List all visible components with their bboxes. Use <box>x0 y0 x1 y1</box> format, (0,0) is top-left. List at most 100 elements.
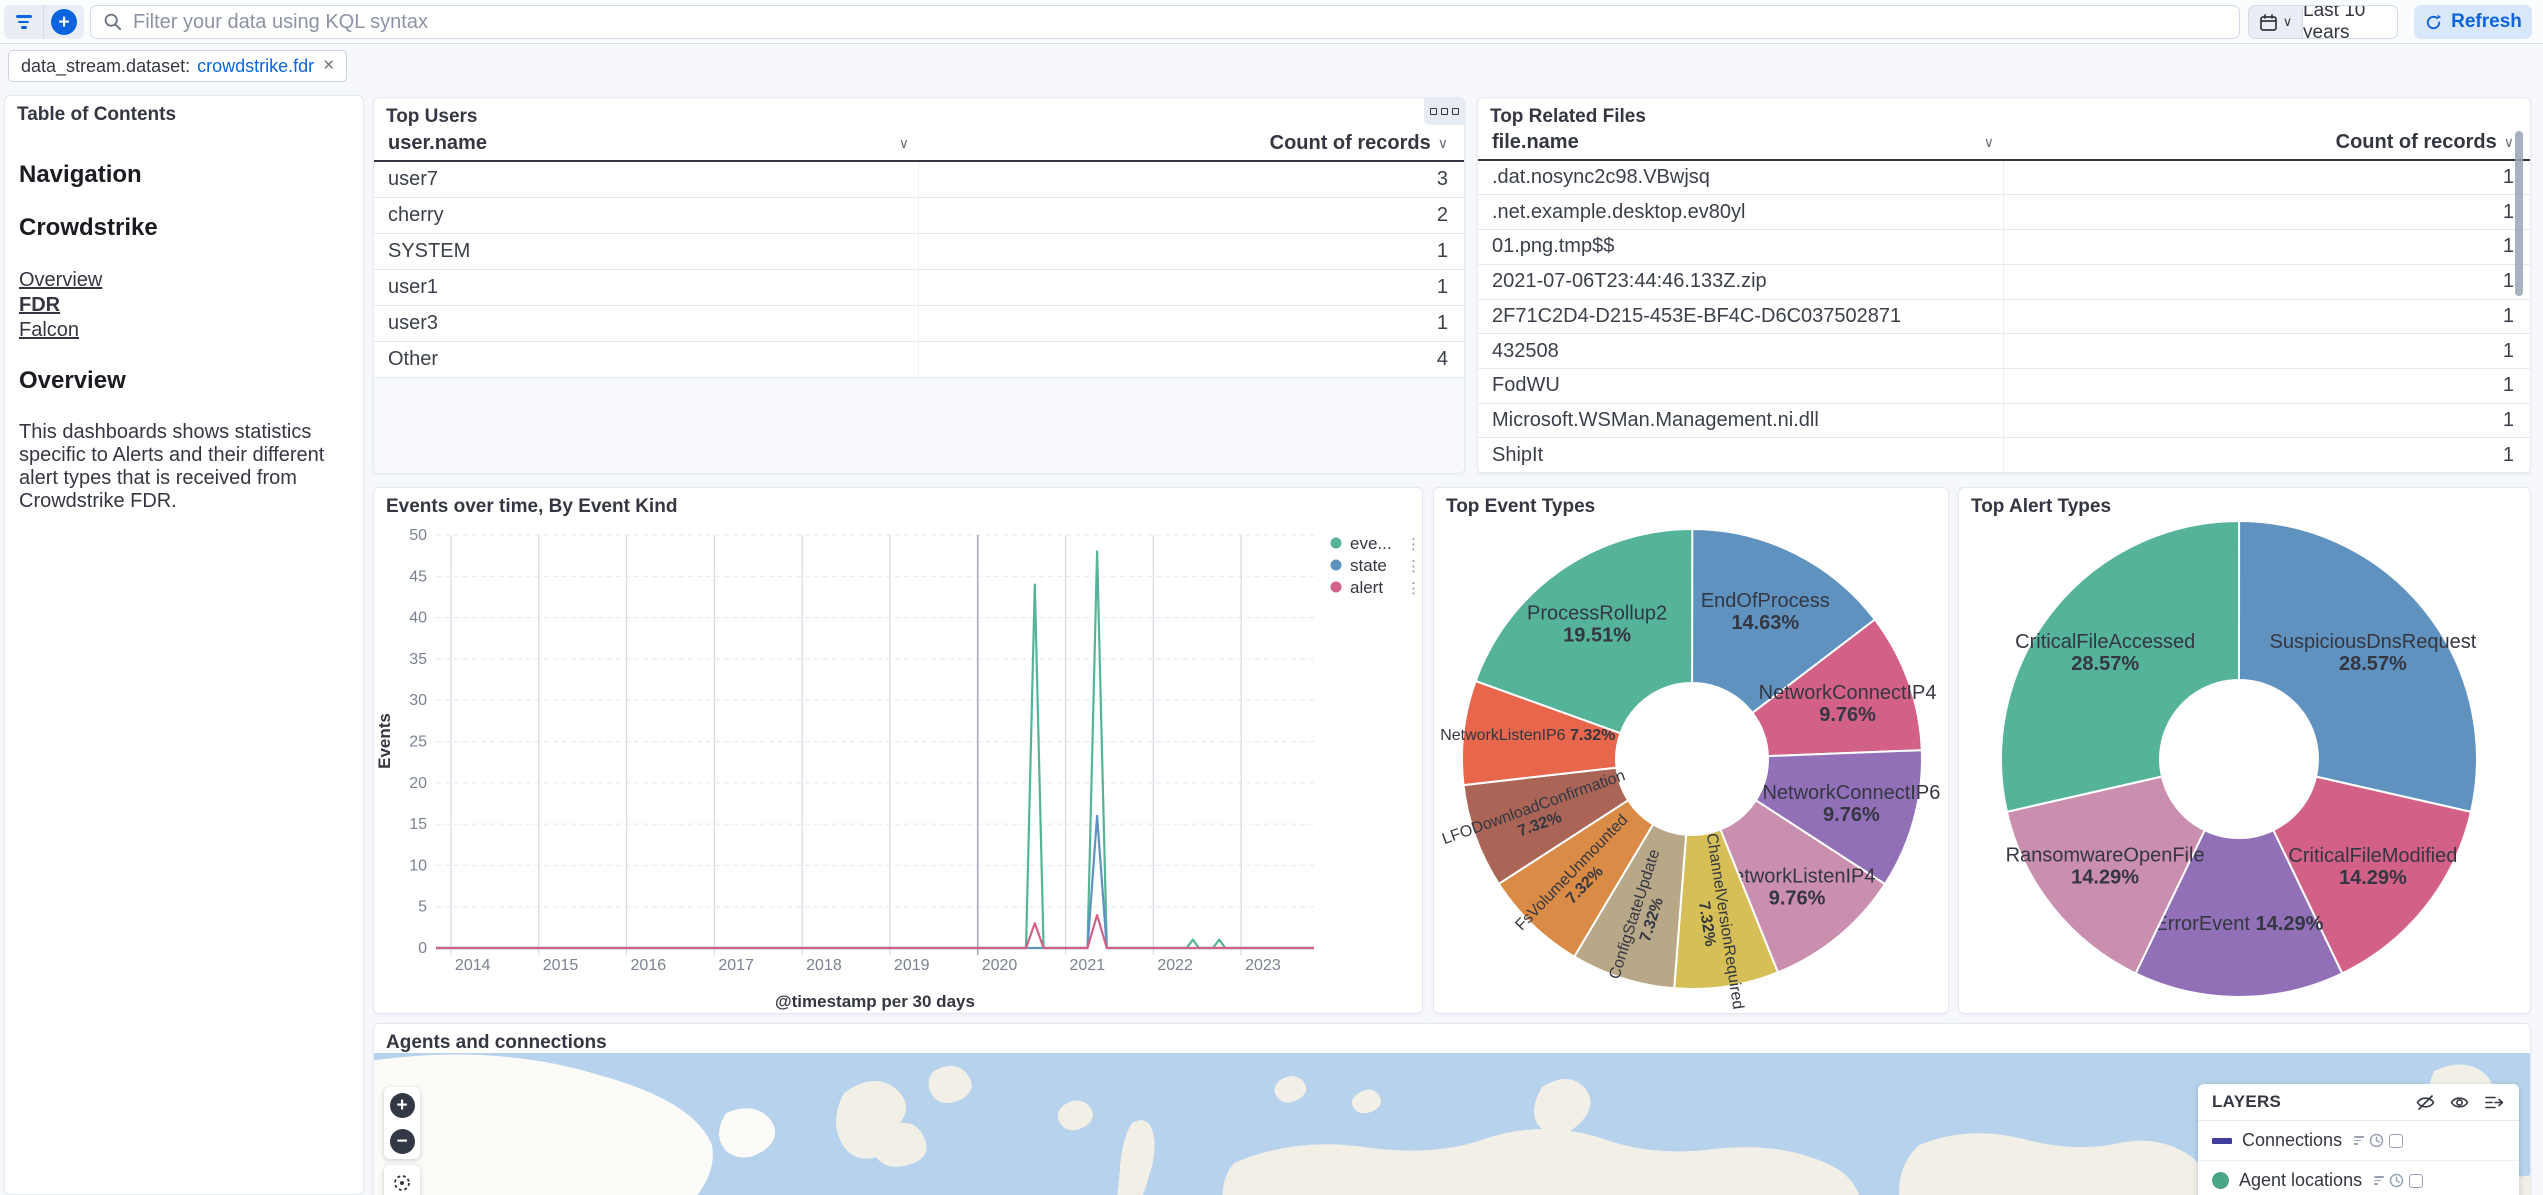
panel-options-button[interactable] <box>1424 98 1464 125</box>
svg-text:2014: 2014 <box>455 957 491 974</box>
cell-count[interactable]: 4 <box>919 348 1464 371</box>
clock-icon[interactable] <box>2389 1173 2404 1188</box>
y-axis-title: Events <box>375 713 394 769</box>
column-header[interactable]: Count of records∨ <box>2004 131 2530 154</box>
table-row[interactable]: user31 <box>374 306 1464 342</box>
collapse-layers-icon[interactable] <box>2483 1092 2505 1113</box>
cell-name[interactable]: 432508 <box>1478 334 2004 368</box>
legend-item-event[interactable]: eve... <box>1350 534 1392 553</box>
cell-count[interactable]: 1 <box>2004 374 2530 397</box>
date-quick-select-button[interactable]: ∨ <box>2249 6 2303 38</box>
layer-row-connections[interactable]: Connections <box>2198 1121 2519 1161</box>
refresh-button[interactable]: Refresh <box>2414 5 2532 39</box>
table-row[interactable]: 01.png.tmp$$1 <box>1478 230 2530 265</box>
zoom-in-button[interactable]: + <box>384 1087 420 1123</box>
remove-filter-icon[interactable]: × <box>323 55 334 77</box>
cell-count[interactable]: 1 <box>919 276 1464 299</box>
table-row[interactable]: FodWU1 <box>1478 369 2530 404</box>
add-filter-button[interactable]: + <box>44 5 84 39</box>
legend-menu-icon[interactable]: ⋮ <box>1406 536 1421 553</box>
clock-icon[interactable] <box>2369 1133 2384 1148</box>
cell-count[interactable]: 1 <box>2004 340 2530 363</box>
cell-name[interactable]: cherry <box>374 198 919 233</box>
filter-value: crowdstrike.fdr <box>197 56 314 77</box>
map-canvas[interactable]: + − LAYERS <box>374 1053 2530 1195</box>
cell-count[interactable]: 1 <box>919 240 1464 263</box>
svg-text:2016: 2016 <box>631 957 667 974</box>
hide-all-layers-icon[interactable] <box>2415 1092 2436 1113</box>
kql-search-input[interactable] <box>133 11 2227 34</box>
table-row[interactable]: Other4 <box>374 342 1464 378</box>
toc-link-overview[interactable]: Overview <box>19 268 349 292</box>
layer-label: Agent locations <box>2239 1170 2362 1191</box>
cell-count[interactable]: 2 <box>919 204 1464 227</box>
cell-name[interactable]: user1 <box>374 270 919 305</box>
time-range-value[interactable]: Last 10 years <box>2303 6 2397 38</box>
cell-count[interactable]: 1 <box>2004 444 2530 467</box>
cell-name[interactable]: 01.png.tmp$$ <box>1478 230 2004 264</box>
agents-connections-panel: Agents and connections + <box>373 1023 2531 1195</box>
chevron-down-icon[interactable]: ∨ <box>1438 135 1448 152</box>
svg-text:2021: 2021 <box>1070 957 1106 974</box>
table-row[interactable]: 2021-07-06T23:44:46.133Z.zip1 <box>1478 265 2530 300</box>
table-row[interactable]: ShipIt1 <box>1478 438 2530 473</box>
filter-icon[interactable] <box>2374 1176 2384 1185</box>
cell-name[interactable]: Other <box>374 342 919 377</box>
cell-count[interactable]: 1 <box>2004 201 2530 224</box>
table-row[interactable]: user11 <box>374 270 1464 306</box>
cell-name[interactable]: 2F71C2D4-D215-453E-BF4C-D6C037502871 <box>1478 300 2004 334</box>
column-header[interactable]: file.name∨ <box>1478 131 2004 154</box>
toc-link-falcon[interactable]: Falcon <box>19 318 349 342</box>
filter-icon[interactable] <box>2354 1136 2364 1145</box>
table-scrollbar[interactable] <box>2515 131 2523 296</box>
cell-count[interactable]: 1 <box>2004 409 2530 432</box>
cell-count[interactable]: 1 <box>2004 166 2530 189</box>
cell-name[interactable]: SYSTEM <box>374 234 919 269</box>
column-header[interactable]: Count of records∨ <box>919 132 1464 155</box>
top-bar: + ∨ Last 10 years <box>0 0 2543 44</box>
cell-name[interactable]: user3 <box>374 306 919 341</box>
layer-checkbox[interactable] <box>2409 1174 2423 1188</box>
cell-name[interactable]: 2021-07-06T23:44:46.133Z.zip <box>1478 265 2004 299</box>
table-row[interactable]: .net.example.desktop.ev80yl1 <box>1478 195 2530 230</box>
layer-row-agent-locations[interactable]: Agent locations <box>2198 1161 2519 1195</box>
cell-count[interactable]: 1 <box>2004 305 2530 328</box>
cell-name[interactable]: Microsoft.WSMan.Management.ni.dll <box>1478 404 2004 438</box>
legend-item-alert[interactable]: alert <box>1350 578 1383 597</box>
table-row[interactable]: cherry2 <box>374 198 1464 234</box>
toc-link-fdr[interactable]: FDR <box>19 293 349 317</box>
cell-count[interactable]: 1 <box>919 312 1464 335</box>
toc-panel: Table of Contents Navigation Crowdstrike… <box>4 95 364 1195</box>
kql-search-bar[interactable] <box>90 5 2240 39</box>
cell-name[interactable]: user7 <box>374 162 919 197</box>
legend-menu-icon[interactable]: ⋮ <box>1406 558 1421 575</box>
legend-menu-icon[interactable]: ⋮ <box>1406 580 1421 597</box>
table-row[interactable]: 2F71C2D4-D215-453E-BF4C-D6C0375028711 <box>1478 300 2530 335</box>
table-row[interactable]: SYSTEM1 <box>374 234 1464 270</box>
table-row[interactable]: .dat.nosync2c98.VBwjsq1 <box>1478 161 2530 196</box>
set-view-button[interactable] <box>384 1165 420 1195</box>
cell-name[interactable]: .dat.nosync2c98.VBwjsq <box>1478 161 2004 195</box>
filter-pill[interactable]: data_stream.dataset: crowdstrike.fdr × <box>8 50 347 82</box>
layers-header: LAYERS <box>2198 1084 2519 1121</box>
column-header[interactable]: user.name∨ <box>374 132 919 155</box>
cell-name[interactable]: .net.example.desktop.ev80yl <box>1478 195 2004 229</box>
table-row[interactable]: 4325081 <box>1478 334 2530 369</box>
cell-name[interactable]: FodWU <box>1478 369 2004 403</box>
cell-count[interactable]: 3 <box>919 168 1464 191</box>
chevron-down-icon[interactable]: ∨ <box>1984 134 1994 151</box>
cell-count[interactable]: 1 <box>2004 235 2530 258</box>
saved-filters-button[interactable] <box>4 5 44 39</box>
legend-item-state[interactable]: state <box>1350 556 1387 575</box>
cell-count[interactable]: 1 <box>2004 270 2530 293</box>
table-empty-space <box>374 378 1464 473</box>
zoom-out-button[interactable]: − <box>384 1123 420 1159</box>
layer-checkbox[interactable] <box>2389 1134 2403 1148</box>
cell-name[interactable]: ShipIt <box>1478 438 2004 472</box>
chevron-down-icon[interactable]: ∨ <box>899 135 909 152</box>
table-row[interactable]: user73 <box>374 162 1464 198</box>
show-all-layers-icon[interactable] <box>2449 1092 2470 1113</box>
chevron-down-icon[interactable]: ∨ <box>2504 134 2514 151</box>
table-row[interactable]: Microsoft.WSMan.Management.ni.dll1 <box>1478 404 2530 439</box>
svg-text:15: 15 <box>409 816 427 833</box>
